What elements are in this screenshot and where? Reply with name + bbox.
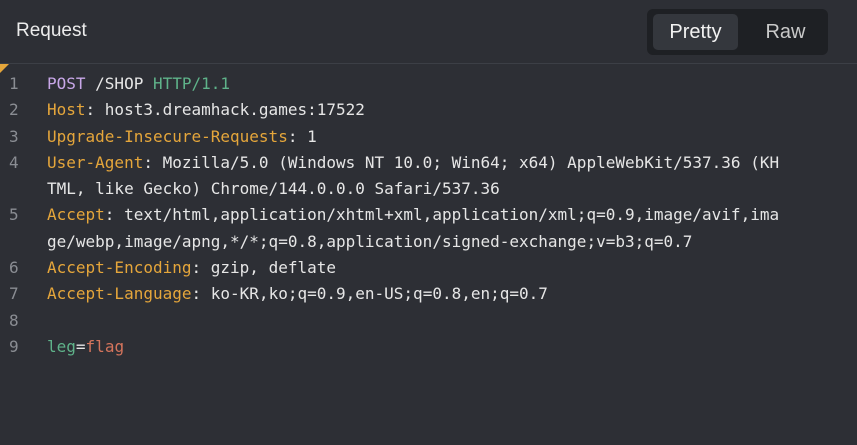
header-name: User-Agent xyxy=(47,152,144,172)
line-number: 6 xyxy=(9,258,19,277)
line-number: 4 xyxy=(9,152,19,172)
body-param-value: flag xyxy=(85,337,125,356)
header-value: 1 xyxy=(307,126,317,146)
line-number: 9 xyxy=(9,337,19,356)
request-line: POST /SHOP HTTP/1.1 xyxy=(47,71,230,97)
header-value: text/html,application/xhtml+xml,applicat… xyxy=(124,205,780,224)
request-method: POST xyxy=(47,74,86,93)
line-number: 7 xyxy=(9,284,19,303)
raw-view-button[interactable]: Raw xyxy=(748,14,823,50)
header-value-continued: ge/webp,image/apng,*/*;q=0.8,application… xyxy=(47,231,693,251)
request-editor[interactable]: 1 POST /SHOP HTTP/1.1 2 Host: host3.drea… xyxy=(0,64,857,445)
request-path: /SHOP xyxy=(85,74,153,93)
header-name: Accept-Encoding xyxy=(47,258,192,277)
pretty-view-button[interactable]: Pretty xyxy=(653,14,738,50)
header-value-continued: TML, like Gecko) Chrome/144.0.0.0 Safari… xyxy=(47,179,500,198)
view-toggle: Pretty Raw xyxy=(647,9,828,55)
header-value: host3.dreamhack.games:17522 xyxy=(104,100,365,119)
body-param-key: leg xyxy=(47,337,76,356)
header-line: Accept-Language: ko-KR,ko;q=0.9,en-US;q=… xyxy=(47,284,548,303)
header-name: Host xyxy=(47,100,86,119)
header-value: ko-KR,ko;q=0.9,en-US;q=0.8,en;q=0.7 xyxy=(210,284,548,303)
request-body: leg=flag xyxy=(47,334,124,360)
line-number: 3 xyxy=(9,126,19,146)
line-number: 8 xyxy=(9,310,19,330)
header-name: Upgrade-Insecure-Requests xyxy=(47,126,288,146)
panel-header: Request Pretty Raw xyxy=(0,0,857,64)
header-name: Accept-Language xyxy=(47,284,192,303)
header-value: Mozilla/5.0 (Windows NT 10.0; Win64; x64… xyxy=(162,152,780,172)
request-panel: Request Pretty Raw 1 POST /SHOP HTTP/1.1… xyxy=(0,0,857,445)
http-version: HTTP/1.1 xyxy=(152,74,231,93)
line-number: 1 xyxy=(9,74,19,93)
header-line: Accept-Encoding: gzip, deflate xyxy=(47,258,336,277)
header-line: User-Agent: Mozilla/5.0 (Windows NT 10.0… xyxy=(47,152,780,172)
line-number: 2 xyxy=(9,100,19,119)
header-line: Accept: text/html,application/xhtml+xml,… xyxy=(47,205,780,224)
header-line: Host: host3.dreamhack.games:17522 xyxy=(47,100,365,119)
line-number: 5 xyxy=(9,205,19,224)
header-line: Upgrade-Insecure-Requests: 1 xyxy=(47,126,317,146)
header-value: gzip, deflate xyxy=(210,258,336,277)
body-param-equals: = xyxy=(75,337,86,356)
header-name: Accept xyxy=(47,205,105,224)
panel-title: Request xyxy=(16,20,87,41)
